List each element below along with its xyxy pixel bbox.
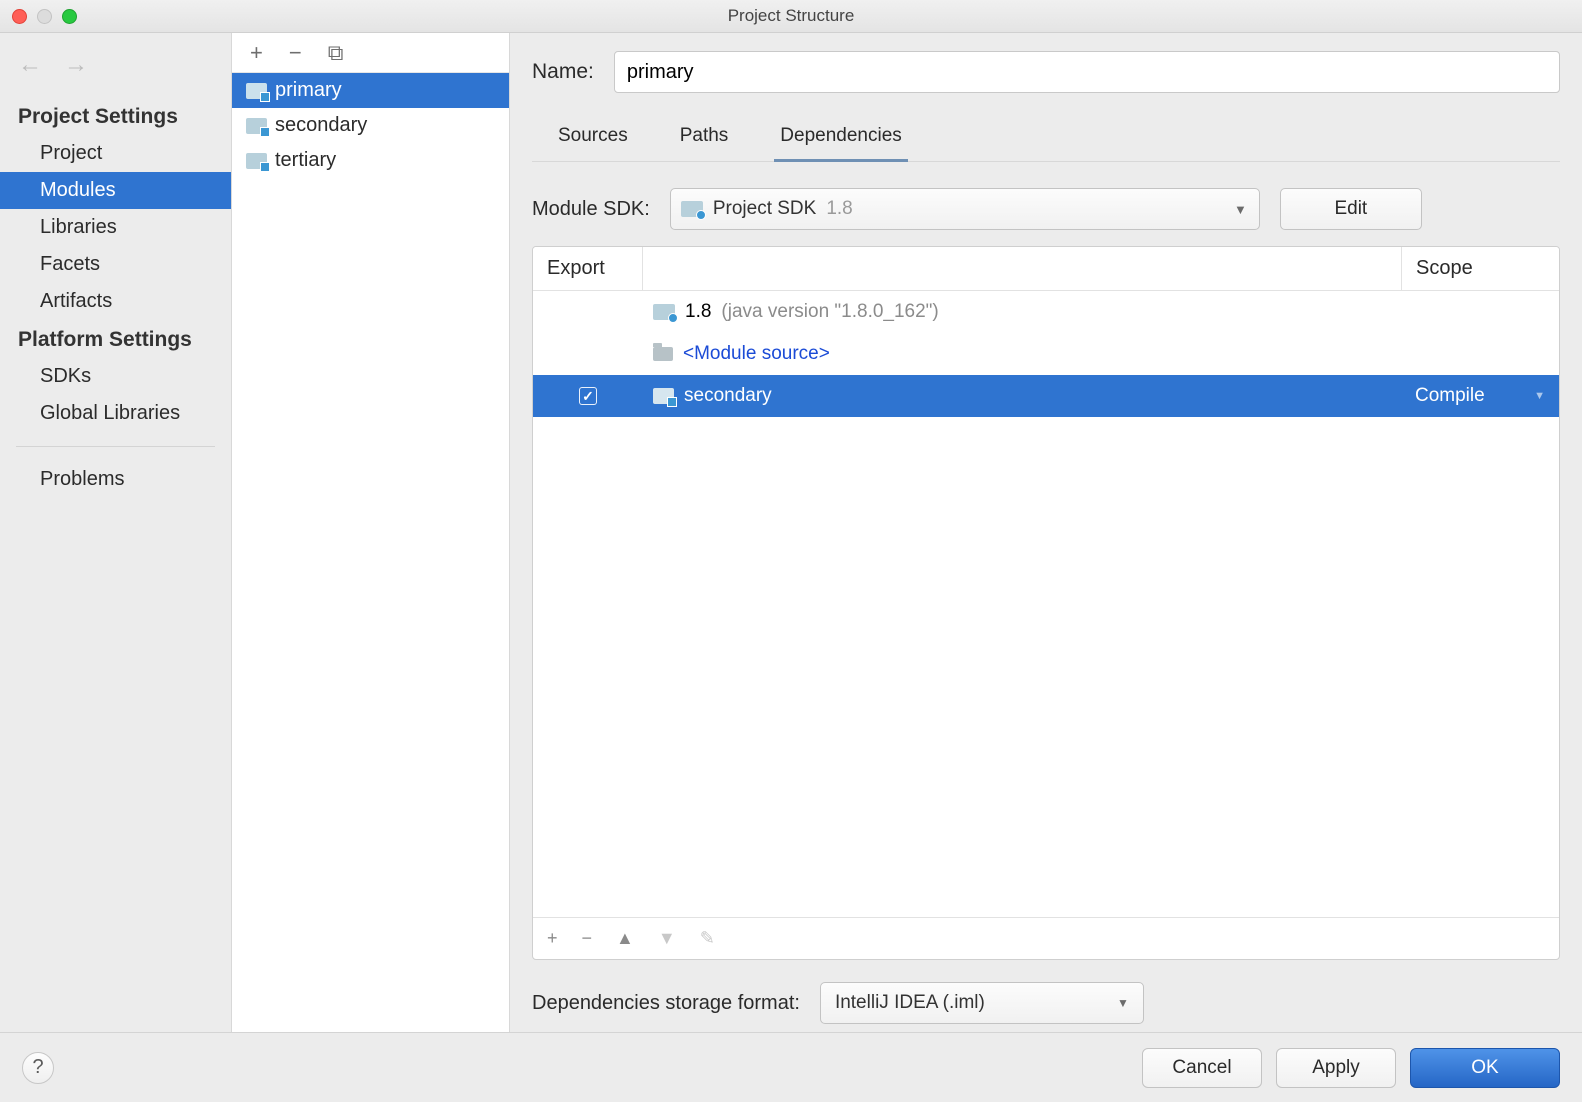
- jdk-icon: [681, 201, 703, 217]
- tab-dependencies[interactable]: Dependencies: [774, 117, 907, 162]
- module-label: primary: [275, 79, 342, 102]
- dependencies-table: Export Scope 1.8 (java version "1.8.0_16…: [532, 246, 1560, 960]
- deps-toolbar: + − ▲ ▼ ✎: [533, 917, 1559, 959]
- remove-module-icon[interactable]: −: [289, 42, 302, 64]
- cancel-button[interactable]: Cancel: [1142, 1048, 1262, 1088]
- export-checkbox[interactable]: ✓: [579, 387, 597, 405]
- sdk-version: 1.8: [826, 198, 852, 220]
- module-item-tertiary[interactable]: tertiary: [232, 143, 509, 178]
- module-item-secondary[interactable]: secondary: [232, 108, 509, 143]
- module-editor: Name: Sources Paths Dependencies Module …: [510, 33, 1582, 1032]
- footer-buttons: Cancel Apply OK: [1142, 1048, 1560, 1088]
- nav-history-arrows: ← →: [0, 41, 231, 97]
- jdk-icon: [653, 304, 675, 320]
- storage-format-value: IntelliJ IDEA (.iml): [835, 992, 985, 1014]
- module-sdk-select[interactable]: Project SDK 1.8 ▼: [670, 188, 1260, 230]
- remove-dep-icon[interactable]: −: [582, 928, 593, 949]
- forward-arrow-icon[interactable]: →: [64, 51, 88, 79]
- nav-item-sdks[interactable]: SDKs: [0, 358, 231, 395]
- dialog-footer: ? Cancel Apply OK: [0, 1032, 1582, 1102]
- nav-item-global-libraries[interactable]: Global Libraries: [0, 395, 231, 432]
- storage-format-row: Dependencies storage format: IntelliJ ID…: [532, 982, 1560, 1024]
- nav-item-project[interactable]: Project: [0, 135, 231, 172]
- add-dep-icon[interactable]: +: [547, 928, 558, 949]
- deps-col-export[interactable]: Export: [533, 247, 643, 290]
- nav-item-problems[interactable]: Problems: [0, 461, 231, 498]
- move-down-icon[interactable]: ▼: [658, 928, 676, 949]
- nav-item-libraries[interactable]: Libraries: [0, 209, 231, 246]
- maximize-window-icon[interactable]: [62, 9, 77, 24]
- move-up-icon[interactable]: ▲: [616, 928, 634, 949]
- nav-item-artifacts[interactable]: Artifacts: [0, 283, 231, 320]
- content: ← → Project Settings Project Modules Lib…: [0, 33, 1582, 1032]
- storage-format-select[interactable]: IntelliJ IDEA (.iml) ▼: [820, 982, 1144, 1024]
- module-item-primary[interactable]: primary: [232, 73, 509, 108]
- dep-name: secondary: [684, 385, 772, 407]
- module-icon: [246, 83, 267, 99]
- dep-row-jdk[interactable]: 1.8 (java version "1.8.0_162"): [533, 291, 1559, 333]
- nav-divider: [16, 446, 215, 447]
- dep-row-module-source[interactable]: <Module source>: [533, 333, 1559, 375]
- tab-sources[interactable]: Sources: [552, 117, 634, 161]
- dep-row-secondary[interactable]: ✓ secondary Compile ▼: [533, 375, 1559, 417]
- sdk-selected-prefix: Project SDK: [713, 198, 816, 220]
- window-controls: [12, 9, 77, 24]
- dep-scope: Compile: [1415, 385, 1485, 407]
- window-title: Project Structure: [728, 6, 855, 26]
- chevron-down-icon: ▼: [1117, 996, 1129, 1010]
- ok-button[interactable]: OK: [1410, 1048, 1560, 1088]
- module-sdk-label: Module SDK:: [532, 198, 650, 221]
- module-tabs: Sources Paths Dependencies: [532, 117, 1560, 162]
- titlebar: Project Structure: [0, 0, 1582, 33]
- module-label: tertiary: [275, 149, 336, 172]
- module-icon: [653, 388, 674, 404]
- modules-toolbar: + − ⧉: [232, 33, 509, 73]
- modules-panel: + − ⧉ primary secondary tertiary: [232, 33, 510, 1032]
- dep-extra: (java version "1.8.0_162"): [721, 301, 938, 323]
- module-icon: [246, 118, 267, 134]
- add-module-icon[interactable]: +: [250, 42, 263, 64]
- apply-button[interactable]: Apply: [1276, 1048, 1396, 1088]
- name-label: Name:: [532, 60, 594, 84]
- close-window-icon[interactable]: [12, 9, 27, 24]
- module-icon: [246, 153, 267, 169]
- left-sidebar: ← → Project Settings Project Modules Lib…: [0, 33, 232, 1032]
- deps-table-body: 1.8 (java version "1.8.0_162") <Module s…: [533, 291, 1559, 917]
- chevron-down-icon[interactable]: ▼: [1534, 390, 1545, 402]
- edit-dep-icon[interactable]: ✎: [700, 928, 715, 949]
- back-arrow-icon[interactable]: ←: [18, 51, 42, 79]
- minimize-window-icon: [37, 9, 52, 24]
- name-row: Name:: [532, 51, 1560, 93]
- deps-col-scope[interactable]: Scope: [1401, 247, 1559, 290]
- chevron-down-icon: ▼: [1234, 202, 1247, 217]
- module-name-input[interactable]: [614, 51, 1560, 93]
- module-sdk-row: Module SDK: Project SDK 1.8 ▼ Edit: [532, 188, 1560, 230]
- edit-sdk-button[interactable]: Edit: [1280, 188, 1422, 230]
- deps-col-name[interactable]: [643, 247, 1401, 290]
- folder-icon: [653, 347, 673, 361]
- dep-name: <Module source>: [683, 343, 830, 365]
- copy-module-icon[interactable]: ⧉: [328, 42, 344, 64]
- nav-item-facets[interactable]: Facets: [0, 246, 231, 283]
- nav-heading-project-settings: Project Settings: [0, 97, 231, 135]
- nav-heading-platform-settings: Platform Settings: [0, 320, 231, 358]
- module-label: secondary: [275, 114, 367, 137]
- tab-paths[interactable]: Paths: [674, 117, 735, 161]
- help-button[interactable]: ?: [22, 1052, 54, 1084]
- nav-item-modules[interactable]: Modules: [0, 172, 231, 209]
- dep-name: 1.8: [685, 301, 711, 323]
- storage-format-label: Dependencies storage format:: [532, 992, 800, 1015]
- deps-table-header: Export Scope: [533, 247, 1559, 291]
